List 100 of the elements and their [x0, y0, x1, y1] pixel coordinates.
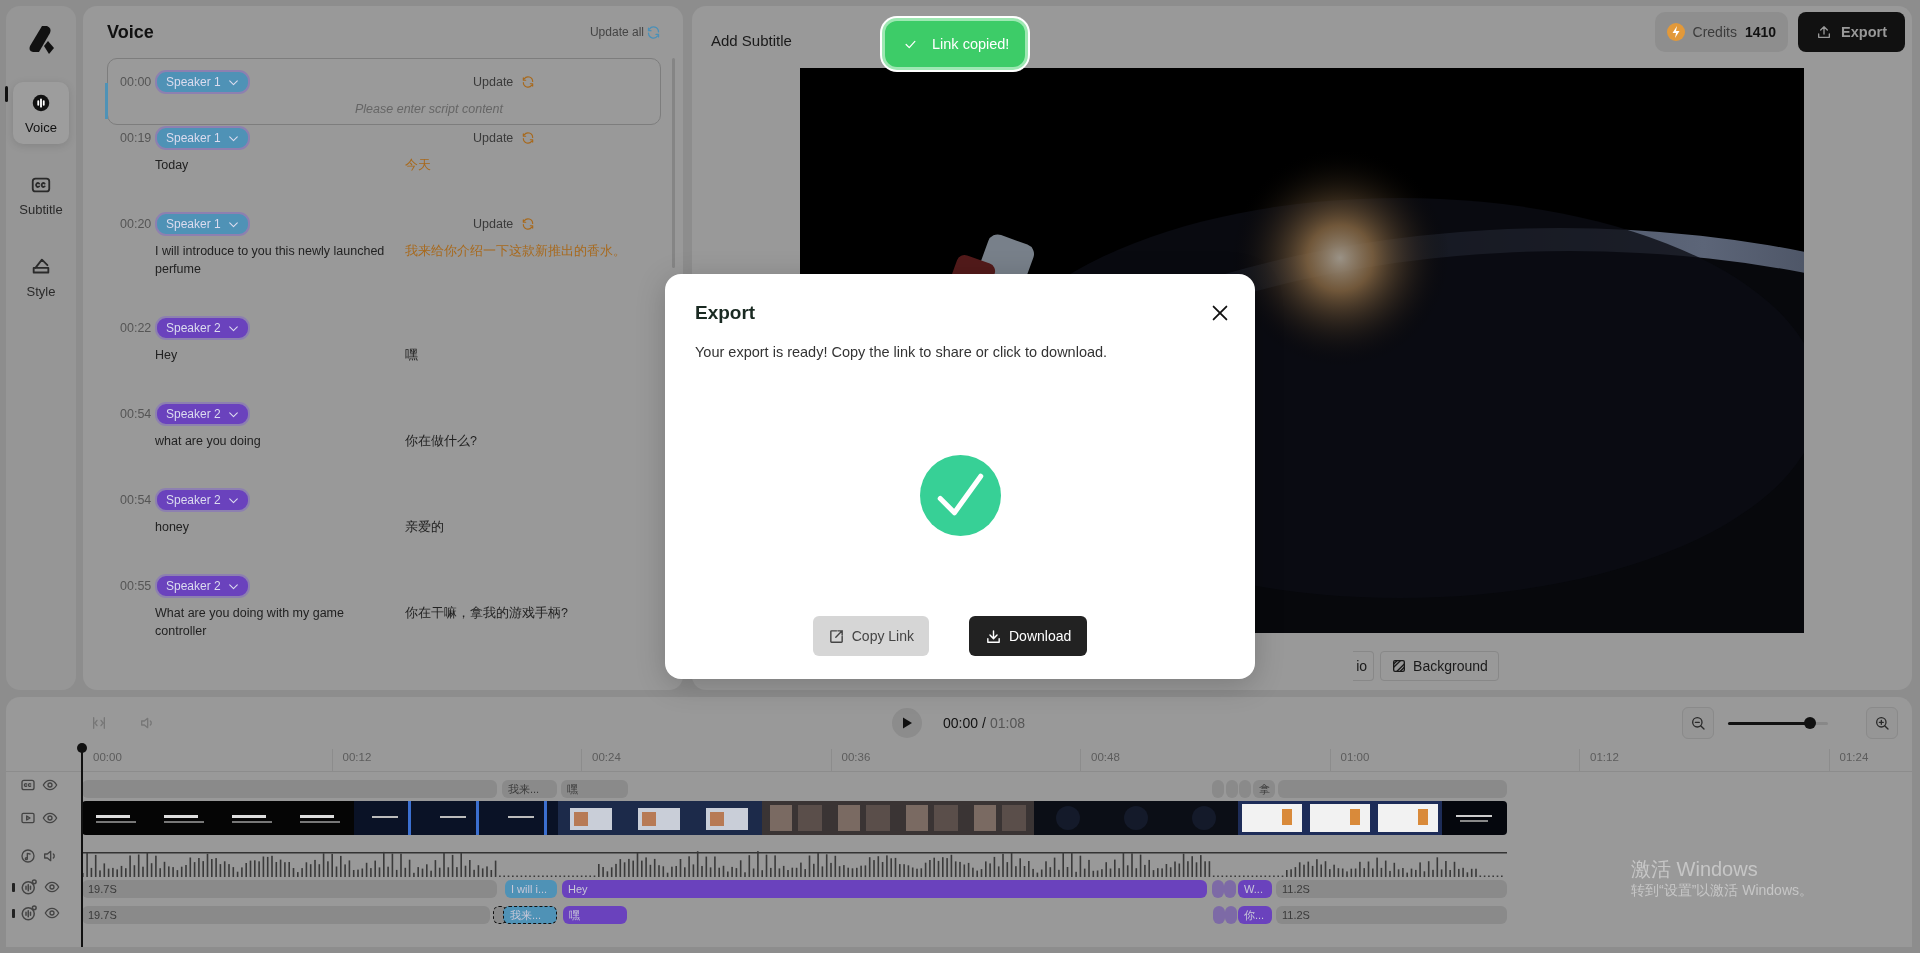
zoom-out-icon [1690, 715, 1706, 731]
copy-link-button[interactable]: Copy Link [812, 616, 929, 656]
source-text: Hey [155, 347, 179, 364]
time-tick: 01:24 [1828, 749, 1869, 771]
total-duration: 01:08 [989, 715, 1025, 731]
voice-clip[interactable]: W... [1238, 880, 1272, 898]
background-button[interactable]: Background [1380, 651, 1499, 681]
timestamp: 00:20 [120, 217, 153, 231]
nav-tab[interactable]: Style [13, 246, 69, 308]
voice-clip[interactable]: I will i... [505, 880, 557, 898]
translated-text: 你在干嘛，拿我的游戏手柄? [405, 605, 569, 622]
speaker-dropdown[interactable]: Speaker 1 [155, 126, 250, 150]
speaker-dropdown[interactable]: Speaker 2 [155, 574, 250, 598]
split-icon [91, 715, 107, 731]
playhead[interactable] [77, 743, 87, 947]
music-icon [20, 848, 36, 864]
voice-clip[interactable] [1225, 906, 1237, 924]
update-button[interactable]: Update [473, 131, 648, 145]
subtitle-clip[interactable] [82, 780, 497, 798]
timestamp: 00:55 [120, 579, 153, 593]
refresh-icon [521, 131, 536, 145]
translated-text: 嘿 [405, 347, 419, 364]
time-tick: 00:12 [331, 749, 372, 771]
translated-text: 我来给你介绍一下这款新推出的香水。 [405, 243, 627, 260]
translated-text: 亲爱的 [405, 519, 445, 536]
update-button[interactable]: Update [473, 217, 648, 231]
eye-icon[interactable] [44, 905, 60, 921]
speaker-icon [139, 715, 155, 731]
track-marker [12, 908, 15, 918]
eye-icon[interactable] [42, 777, 58, 793]
timestamp: 00:22 [120, 321, 153, 335]
download-button[interactable]: Download [969, 616, 1088, 656]
time-tick: 00:00 [92, 750, 122, 765]
timestamp: 00:19 [120, 131, 153, 145]
subtitle-clip[interactable]: 我来... [502, 780, 557, 798]
current-time: 00:00 [943, 715, 979, 731]
voice-icon [30, 92, 52, 114]
hatched-square-icon [1391, 658, 1408, 674]
source-text: Today [155, 157, 190, 174]
empty-clip[interactable]: 19.7S [82, 906, 490, 924]
speaker-dropdown[interactable]: Speaker 2 [155, 488, 250, 512]
time-tick: 00:24 [581, 749, 621, 771]
voice-clip[interactable]: 你... [1238, 906, 1272, 924]
update-all-button[interactable]: Update all [589, 24, 661, 40]
voice-clip[interactable]: Hey [562, 880, 1207, 898]
source-text: honey [155, 519, 191, 536]
timestamp: 00:00 [120, 75, 153, 89]
subtitle-clip[interactable]: 嘿 [561, 780, 628, 798]
subtitle-clip[interactable]: 拿 [1253, 780, 1275, 798]
voice-clip[interactable] [1224, 880, 1236, 898]
empty-clip[interactable]: 11.2S [1276, 906, 1507, 924]
empty-clip[interactable]: 11.2S [1276, 880, 1507, 898]
app-logo [26, 24, 56, 56]
voice-clip[interactable]: 我来... [503, 906, 557, 924]
speaker-dropdown[interactable]: Speaker 1 [155, 70, 250, 94]
slider-thumb[interactable] [1804, 716, 1816, 729]
refresh-icon [646, 24, 661, 40]
refresh-icon [521, 75, 536, 89]
time-tick: 00:36 [830, 749, 871, 771]
track-marker [12, 882, 15, 892]
translated-text: 今天 [405, 157, 432, 174]
dialog-title: Export [695, 302, 756, 324]
speaker-icon[interactable] [42, 848, 58, 864]
success-icon [919, 454, 1001, 536]
nav-tab[interactable]: Voice [13, 82, 69, 144]
voice-clip[interactable] [1213, 906, 1225, 924]
empty-clip[interactable]: 19.7S [82, 880, 497, 898]
time-separator: / [982, 715, 986, 731]
dialog-message: Your export is ready! Copy the link to share or click to download. [695, 344, 1109, 360]
panel-title: Add Subtitle [711, 32, 792, 49]
zoom-in-icon [1874, 715, 1890, 731]
time-tick: 01:12 [1579, 749, 1619, 771]
speaker-dropdown[interactable]: Speaker 2 [155, 316, 250, 340]
eye-icon[interactable] [44, 879, 60, 895]
timestamp: 00:54 [120, 493, 153, 507]
update-button[interactable]: Update [473, 75, 648, 89]
play-icon [900, 716, 914, 730]
eye-icon[interactable] [42, 810, 58, 826]
zoom-out-button[interactable] [1682, 707, 1714, 739]
voice-clip[interactable] [1212, 880, 1224, 898]
toast-message: Link copied! [932, 36, 1010, 52]
speaker-dropdown[interactable]: Speaker 2 [155, 402, 250, 426]
play-button[interactable] [892, 708, 922, 738]
voice-icon [20, 878, 38, 896]
export-button[interactable]: Export [1798, 12, 1905, 52]
cc-icon [20, 777, 36, 793]
source-text: I will introduce to you this newly launched perfume [155, 243, 386, 278]
download-icon [985, 627, 1002, 645]
voice-icon [20, 904, 38, 922]
panel-title: Voice [107, 21, 154, 43]
ratio-button[interactable]: io [1353, 651, 1375, 681]
upload-icon [1816, 24, 1833, 40]
timestamp: 00:54 [120, 407, 153, 421]
time-tick: 00:48 [1080, 749, 1120, 771]
voice-clip[interactable]: 嘿 [563, 906, 627, 924]
speaker-dropdown[interactable]: Speaker 1 [155, 212, 250, 236]
time-tick: 01:00 [1329, 749, 1370, 771]
video-icon [20, 810, 36, 826]
zoom-in-button[interactable] [1866, 707, 1898, 739]
nav-tab[interactable]: Subtitle [13, 164, 69, 226]
